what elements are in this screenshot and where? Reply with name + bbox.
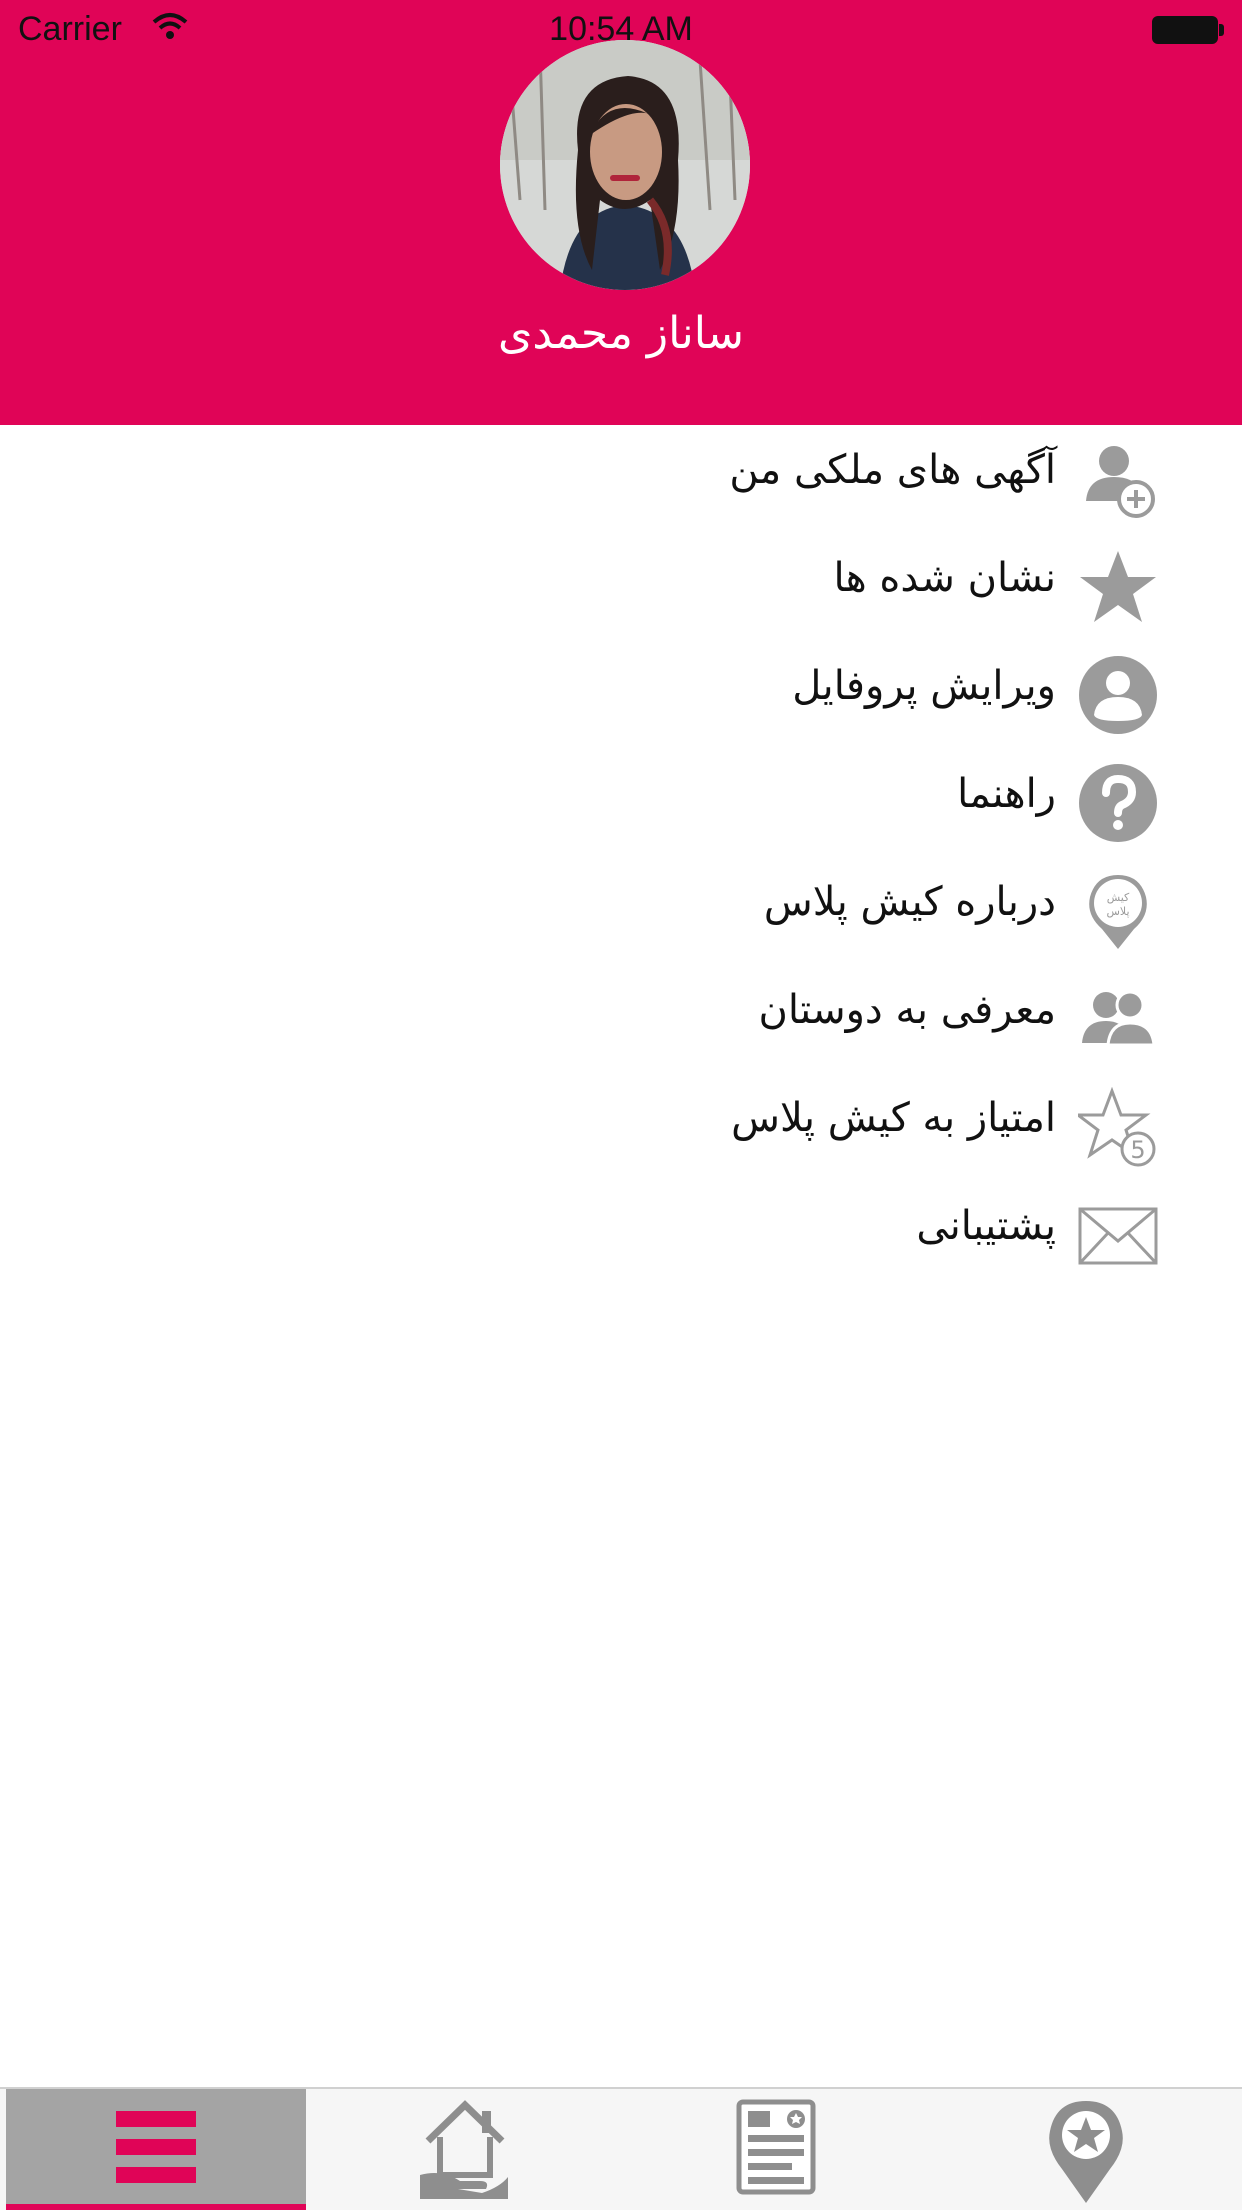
hamburger-icon [116,2111,196,2183]
battery-icon [1152,16,1218,44]
map-pin-star-icon [1049,2101,1123,2203]
menu-item-support[interactable]: پشتیبانی [0,1181,1242,1289]
star-icon [1078,547,1158,627]
menu-item-edit-profile[interactable]: ویرایش پروفایل [0,641,1242,749]
newspaper-icon [736,2099,816,2195]
tab-menu[interactable] [6,2089,306,2210]
user-circle-icon [1078,655,1158,735]
kish-plus-pin-icon: کیش پلاس [1078,871,1158,951]
menu-item-label: آگهی های ملکی من [729,447,1056,493]
kish-plus-logo-text: کیش [1107,891,1130,904]
menu-item-label: راهنما [957,771,1056,817]
tab-bar [0,2087,1242,2210]
menu-item-my-listings[interactable]: آگهی های ملکی من [0,425,1242,533]
person-add-icon [1078,439,1158,519]
tab-places[interactable] [980,2089,1190,2210]
rate-star-icon: 5 [1073,1086,1158,1167]
menu-item-about[interactable]: کیش پلاس درباره کیش پلاس [0,857,1242,965]
kish-plus-logo-text: پلاس [1106,905,1129,918]
avatar[interactable] [500,40,750,290]
house-hand-icon [420,2100,508,2199]
menu-item-label: امتیاز به کیش پلاس [731,1095,1056,1141]
friends-icon [1078,979,1158,1059]
menu-item-label: درباره کیش پلاس [763,879,1056,925]
tab-home[interactable] [360,2089,570,2210]
profile-name: ساناز محمدی [497,308,745,359]
rating-badge-text: 5 [1130,1136,1145,1164]
menu-item-help[interactable]: راهنما [0,749,1242,857]
tab-active-indicator [6,2204,306,2210]
menu-item-label: معرفی به دوستان [758,987,1056,1033]
menu-item-label: نشان شده ها [833,555,1056,601]
help-icon [1078,763,1158,843]
menu-item-rate-app[interactable]: 5 امتیاز به کیش پلاس [0,1073,1242,1181]
menu-item-label: ویرایش پروفایل [792,663,1056,709]
mail-icon [1078,1195,1158,1275]
profile-header: Carrier 10:54 AM ساناز محمدی [0,0,1242,425]
battery-tip [1219,24,1224,36]
menu-item-invite-friends[interactable]: معرفی به دوستان [0,965,1242,1073]
menu-item-bookmarks[interactable]: نشان شده ها [0,533,1242,641]
menu-item-label: پشتیبانی [916,1203,1056,1249]
tab-news[interactable] [670,2089,880,2210]
